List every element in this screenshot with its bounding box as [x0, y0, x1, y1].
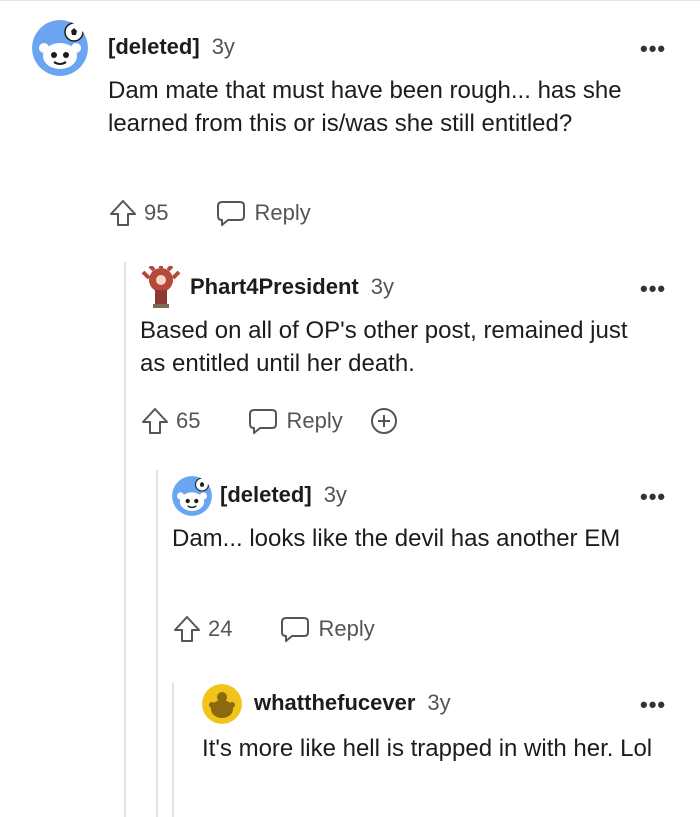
more-options-button[interactable]: •••	[640, 276, 666, 302]
snoo-yellow-avatar-icon[interactable]	[202, 684, 242, 724]
speech-bubble-icon	[281, 617, 310, 642]
upvote-button[interactable]: 95	[108, 198, 168, 228]
comment-body: Dam... looks like the devil has another …	[172, 525, 621, 552]
reply-button[interactable]: Reply	[216, 199, 311, 227]
comment-age: 3y	[427, 690, 451, 715]
thread-line-level-1	[124, 262, 126, 817]
plus-circle-icon	[370, 408, 397, 434]
speech-bubble-icon	[217, 201, 246, 226]
thread-line-level-2	[156, 470, 158, 817]
comment-username[interactable]: whatthefucever	[254, 690, 415, 716]
demogorgon-avatar-icon[interactable]	[140, 266, 182, 308]
comment-username[interactable]: [deleted]	[220, 482, 312, 508]
upvote-arrow-icon	[110, 200, 136, 226]
expand-thread-button[interactable]	[369, 406, 399, 436]
reply-button[interactable]: Reply	[248, 407, 343, 435]
upvote-arrow-icon	[174, 616, 200, 642]
reply-label: Reply	[254, 200, 311, 225]
more-options-button[interactable]: •••	[640, 692, 666, 718]
thread-line-level-3	[172, 683, 174, 817]
comment-age: 3y	[211, 34, 235, 59]
comment-age: 3y	[370, 274, 394, 299]
comment-age: 3y	[323, 482, 347, 507]
snoo-soccer-avatar-icon[interactable]	[32, 20, 88, 76]
comment-username[interactable]: [deleted]	[108, 34, 200, 60]
more-options-button[interactable]: •••	[640, 484, 666, 510]
vote-count: 65	[176, 408, 201, 433]
speech-bubble-icon	[249, 409, 278, 434]
upvote-button[interactable]: 65	[140, 406, 200, 436]
comment-body: Based on all of OP's other post, remaine…	[140, 317, 628, 377]
reply-label: Reply	[318, 616, 375, 641]
upvote-arrow-icon	[142, 408, 168, 434]
more-options-button[interactable]: •••	[640, 36, 666, 62]
vote-count: 24	[208, 616, 233, 641]
upvote-button[interactable]: 24	[172, 614, 232, 644]
comment-body: Dam mate that must have been rough... ha…	[108, 77, 622, 137]
vote-count: 95	[144, 200, 169, 225]
reply-button[interactable]: Reply	[280, 615, 375, 643]
comment-username[interactable]: Phart4President	[190, 274, 359, 300]
comment-body: It's more like hell is trapped in with h…	[202, 735, 653, 762]
snoo-soccer-avatar-icon[interactable]	[172, 476, 212, 516]
reply-label: Reply	[286, 408, 343, 433]
top-divider	[0, 0, 700, 1]
